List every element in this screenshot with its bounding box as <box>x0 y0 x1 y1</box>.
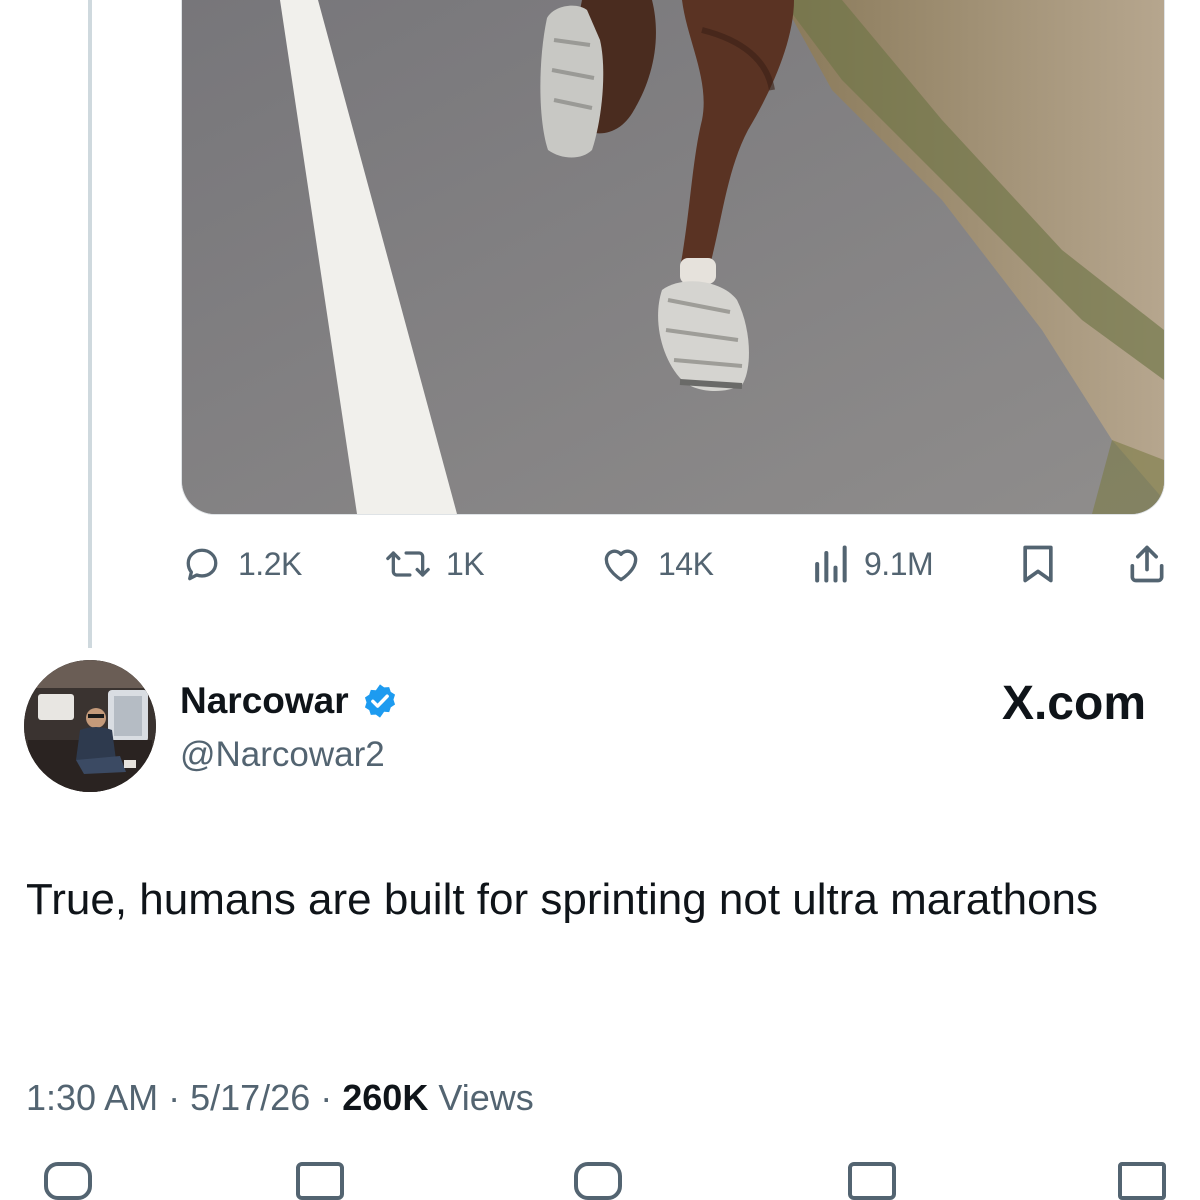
heart-icon <box>604 549 638 582</box>
like-count: 14K <box>658 545 714 582</box>
author-handle[interactable]: @Narcowar2 <box>180 735 385 775</box>
thread-connector-line <box>88 0 92 648</box>
analytics-icon <box>815 545 847 583</box>
bookmark-icon <box>1023 545 1053 583</box>
meta-separator: · <box>320 1077 343 1118</box>
reply-icon <box>186 548 218 581</box>
post-image[interactable] <box>181 0 1165 515</box>
bookmark-button[interactable] <box>1018 540 1058 588</box>
tweet-views-count: 260K <box>342 1077 429 1118</box>
share-button[interactable] <box>1126 540 1168 588</box>
meta-separator: · <box>168 1077 191 1118</box>
brand-watermark: X.com <box>1001 677 1146 730</box>
reply-icon[interactable] <box>44 1162 92 1200</box>
share-icon[interactable] <box>1118 1162 1166 1200</box>
like-button[interactable]: 14K <box>598 540 714 588</box>
tweet-text: True, humans are built for sprinting not… <box>26 875 1099 924</box>
avatar[interactable] <box>24 660 156 792</box>
repost-button[interactable]: 1K <box>384 540 485 588</box>
bottom-action-bar <box>0 1162 1200 1200</box>
bookmark-icon[interactable] <box>848 1162 896 1200</box>
tweet-views-label: Views <box>438 1077 534 1118</box>
repost-count: 1K <box>446 545 485 582</box>
reply-button[interactable]: 1.2K <box>180 540 302 588</box>
tweet-meta: 1:30 AM · 5/17/26 · 260K Views <box>26 1077 534 1119</box>
share-icon <box>1130 545 1164 583</box>
reply-count: 1.2K <box>238 545 302 582</box>
views-count: 9.1M <box>864 545 934 582</box>
repost-icon[interactable] <box>296 1162 344 1200</box>
views-button[interactable]: 9.1M <box>810 540 934 588</box>
tweet-date[interactable]: 5/17/26 <box>190 1077 310 1118</box>
heart-icon[interactable] <box>574 1162 622 1200</box>
author-display-name: Narcowar <box>180 680 349 721</box>
repost-icon <box>386 551 430 577</box>
verified-badge-icon <box>364 684 395 718</box>
tweet-time[interactable]: 1:30 AM <box>26 1077 158 1118</box>
author-name[interactable]: Narcowar <box>180 680 399 722</box>
